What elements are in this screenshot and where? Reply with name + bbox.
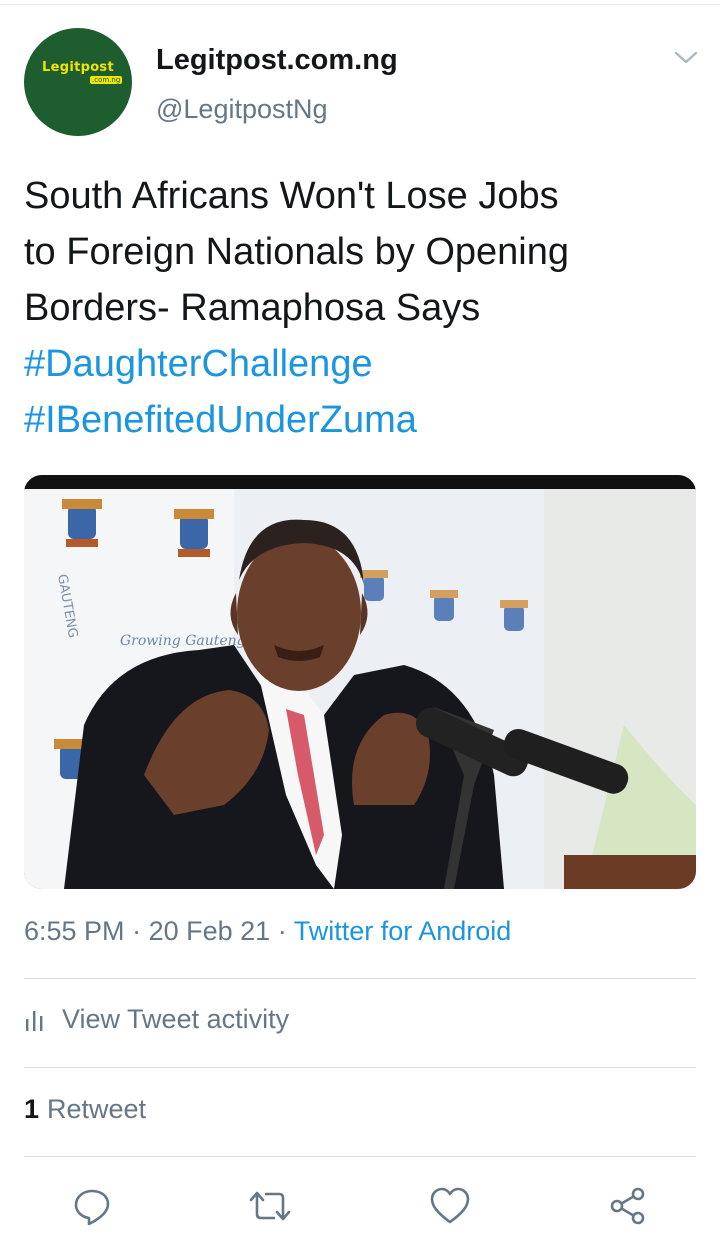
bar-chart-icon bbox=[24, 1007, 46, 1033]
hashtag-link[interactable]: #DaughterChallenge bbox=[24, 336, 704, 392]
meta-separator: · bbox=[277, 916, 287, 946]
retweet-stats[interactable]: 1 Retweet bbox=[24, 1094, 146, 1125]
chevron-down-icon[interactable] bbox=[672, 48, 700, 68]
activity-label: View Tweet activity bbox=[62, 1004, 290, 1034]
avatar-logo-text: Legitpost bbox=[42, 60, 114, 75]
reply-icon[interactable] bbox=[70, 1184, 114, 1228]
tweet-timestamp: 6:55 PM · 20 Feb 21 · Twitter for Androi… bbox=[24, 916, 511, 947]
tweet-text-line: Borders- Ramaphosa Says bbox=[24, 287, 481, 329]
tweet-time[interactable]: 6:55 PM bbox=[24, 916, 125, 946]
retweet-label: Retweet bbox=[47, 1094, 147, 1124]
divider bbox=[24, 1156, 696, 1157]
avatar-logo-sub: .com.ng bbox=[90, 76, 123, 84]
meta-separator: · bbox=[132, 916, 142, 946]
author-handle[interactable]: @LegitpostNg bbox=[156, 94, 328, 125]
share-icon[interactable] bbox=[606, 1184, 650, 1228]
tweet-image[interactable]: GAUTENG Growing Gauteng Together bbox=[24, 475, 696, 889]
author-display-name[interactable]: Legitpost.com.ng bbox=[156, 44, 398, 77]
divider bbox=[24, 978, 696, 979]
heart-icon[interactable] bbox=[428, 1184, 472, 1228]
tweet-text-line: to Foreign Nationals by Opening bbox=[24, 231, 569, 273]
view-tweet-activity-button[interactable]: View Tweet activity bbox=[24, 1004, 289, 1035]
retweet-icon[interactable] bbox=[248, 1184, 292, 1228]
tweet-text-line: South Africans Won't Lose Jobs bbox=[24, 175, 559, 217]
divider bbox=[24, 1067, 696, 1068]
tweet-text: South Africans Won't Lose Jobs to Foreig… bbox=[24, 168, 704, 448]
avatar[interactable]: Legitpost .com.ng bbox=[24, 28, 132, 136]
tweet-date[interactable]: 20 Feb 21 bbox=[149, 916, 271, 946]
top-divider bbox=[0, 4, 720, 5]
tweet-source-link[interactable]: Twitter for Android bbox=[294, 916, 512, 946]
retweet-count: 1 bbox=[24, 1094, 40, 1124]
hashtag-link[interactable]: #IBenefitedUnderZuma bbox=[24, 392, 704, 448]
